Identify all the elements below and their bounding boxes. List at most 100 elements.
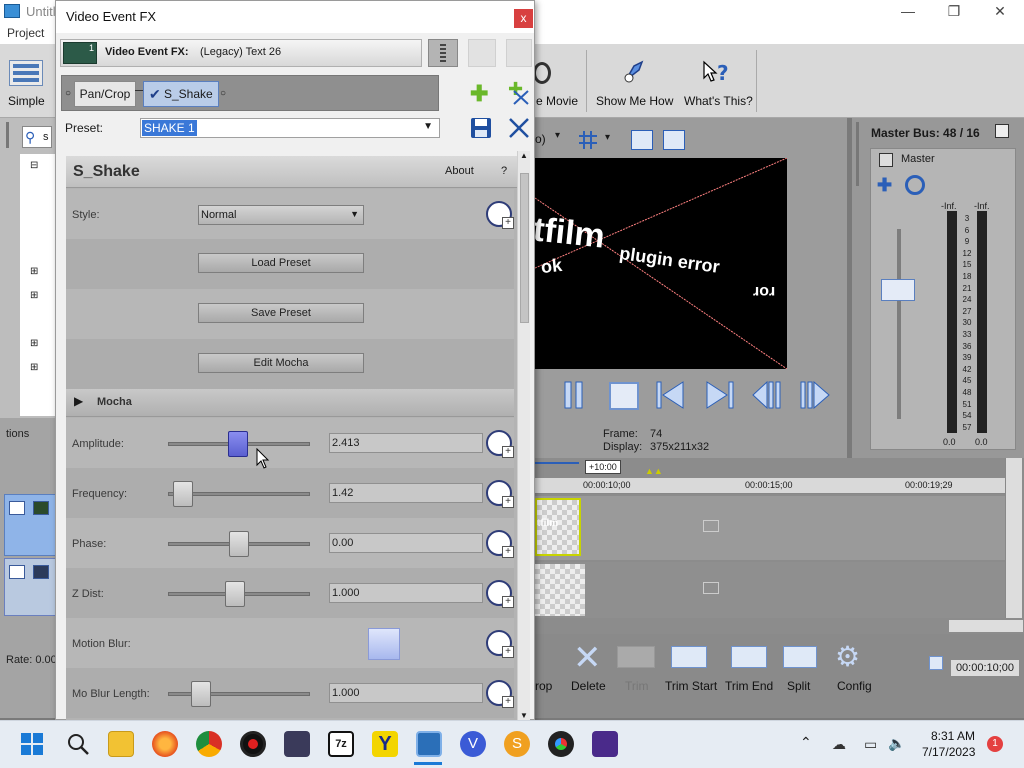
split-button[interactable]: Split (787, 679, 810, 693)
search-field[interactable]: ⚲ s (22, 126, 52, 148)
restore-button[interactable]: ❐ (931, 0, 977, 24)
expand-triangle-icon[interactable]: ▶ (74, 394, 83, 408)
parameter-value-field[interactable]: 0.00 (329, 533, 483, 553)
timeline-vscroll[interactable] (1005, 458, 1022, 618)
trim-end-button[interactable]: Trim End (725, 679, 773, 693)
delete-preset-icon[interactable] (508, 117, 530, 139)
movie-studio-icon[interactable] (284, 731, 310, 757)
grid-icon[interactable] (577, 130, 599, 150)
parameter-slider-thumb[interactable] (172, 481, 193, 507)
gear-icon[interactable]: ⚙ (835, 640, 860, 673)
minimize-button[interactable]: — (885, 0, 931, 24)
copy-snapshot-icon[interactable] (631, 130, 653, 150)
stop-icon[interactable] (609, 382, 639, 410)
chain-s-shake-button[interactable]: ✔ S_Shake (143, 81, 219, 107)
simple-mode-icon[interactable] (9, 60, 43, 86)
whats-this-label[interactable]: What's This? (684, 94, 753, 108)
video-app-icon[interactable] (592, 731, 618, 757)
help-link[interactable]: ? (501, 165, 507, 177)
track-header-video[interactable] (4, 494, 56, 556)
split-icon[interactable] (783, 646, 817, 668)
timeline-zoom-controls[interactable] (949, 620, 1023, 632)
simple-mode-label[interactable]: Simple (8, 94, 45, 108)
loop-region-marker[interactable]: ▲▲ (645, 466, 663, 476)
parameter-slider-thumb[interactable] (225, 581, 246, 607)
tree-collapse-icon[interactable]: ⊟ (30, 160, 38, 171)
tree-expand-icon[interactable]: ⊞ (30, 266, 38, 277)
preview-canvas[interactable]: tfilm plugin error ok ror (535, 158, 787, 369)
bus-settings-icon[interactable] (995, 124, 1009, 138)
add-plugin-icon[interactable]: ✚ (470, 81, 488, 107)
recorder-icon[interactable] (240, 731, 266, 757)
previous-frame-icon[interactable] (751, 380, 783, 410)
window-docking-tab[interactable]: tions (6, 428, 29, 440)
add-fx-icon[interactable]: ✚ (877, 175, 892, 196)
mute-icon[interactable] (905, 175, 925, 195)
animate-parameter-icon[interactable]: + (486, 580, 514, 608)
crop-label[interactable]: rop (535, 679, 552, 693)
animate-parameter-icon[interactable]: + (486, 630, 514, 658)
about-link[interactable]: About (445, 165, 474, 177)
preset-value[interactable]: SHAKE 1 (142, 120, 197, 136)
track-header-video-2[interactable] (4, 558, 56, 616)
parameter-slider-thumb[interactable] (227, 431, 248, 457)
taskbar-clock[interactable]: 8:31 AM (931, 729, 975, 743)
chrome-icon[interactable] (196, 731, 222, 757)
save-snapshot-icon[interactable] (663, 130, 685, 150)
taskbar-date[interactable]: 7/17/2023 (922, 745, 975, 759)
tree-expand-icon[interactable]: ⊞ (30, 290, 38, 301)
trim-end-icon[interactable] (731, 646, 767, 668)
film-reel-icon[interactable] (533, 62, 551, 84)
display-icon[interactable]: ▭ (864, 736, 877, 753)
tree-expand-icon[interactable]: ⊞ (30, 338, 38, 349)
style-dropdown[interactable]: Normal ▼ (198, 205, 364, 225)
trim-start-button[interactable]: Trim Start (665, 679, 717, 693)
7zip-icon[interactable]: 7z (328, 731, 354, 757)
fx-close-button[interactable]: x (514, 9, 533, 28)
chevron-down-icon[interactable]: ▾ (605, 132, 610, 143)
preset-dropdown[interactable]: SHAKE 1 ▼ (140, 118, 440, 138)
fx-dialog-titlebar[interactable]: Video Event FX x (56, 1, 534, 33)
trim-start-icon[interactable] (671, 646, 707, 668)
parameter-slider-thumb[interactable] (229, 531, 249, 557)
vegas-active-icon[interactable] (416, 731, 442, 757)
scrollbar-thumb[interactable] (520, 173, 529, 323)
close-button[interactable]: ✕ (977, 0, 1023, 24)
show-me-how-icon[interactable] (622, 58, 646, 84)
animate-parameter-icon[interactable]: + (486, 480, 514, 508)
show-me-how-label[interactable]: Show Me How (596, 94, 673, 108)
s-app-icon[interactable]: S (504, 731, 530, 757)
tree-view[interactable]: ⊟ ⊞ ⊞ ⊞ ⊞ (20, 154, 56, 416)
animate-parameter-icon[interactable]: + (486, 680, 514, 708)
next-frame-icon[interactable] (799, 380, 831, 410)
preview-quality-text[interactable]: o) (535, 132, 546, 146)
video-clip-2[interactable] (535, 564, 585, 616)
save-preset-icon[interactable] (470, 117, 492, 139)
go-to-end-icon[interactable] (703, 380, 735, 410)
go-to-start-icon[interactable] (655, 380, 687, 410)
volume-fader[interactable] (881, 279, 915, 301)
make-movie-label[interactable]: e Movie (536, 94, 578, 108)
network-off-icon[interactable]: ☁ (832, 736, 846, 753)
tree-expand-icon[interactable]: ⊞ (30, 362, 38, 373)
parameter-value-field[interactable]: 2.413 (329, 433, 483, 453)
chevron-up-icon[interactable]: ⌃ (800, 734, 812, 751)
channel-toggle-icon[interactable] (879, 153, 893, 167)
remove-plugin-icon[interactable]: ✚ (508, 79, 530, 105)
scroll-up-arrow[interactable]: ▲ (520, 151, 528, 160)
file-explorer-icon[interactable] (108, 731, 134, 757)
fx-dialog-scrollbar[interactable]: ▲ ▼ (517, 151, 530, 721)
parameter-slider-thumb[interactable] (191, 681, 212, 707)
video-track-1[interactable]: tfilm (535, 496, 1005, 560)
edit-mocha-button[interactable]: Edit Mocha (198, 353, 364, 373)
chain-pan-crop-button[interactable]: Pan/Crop (74, 81, 136, 107)
notification-badge[interactable]: 1 (987, 736, 1003, 752)
save-preset-button[interactable]: Save Preset (198, 303, 364, 323)
firefox-icon[interactable] (152, 731, 178, 757)
volume-icon[interactable]: 🔈 (888, 735, 905, 752)
animate-style-icon[interactable]: + (486, 201, 514, 229)
video-clip[interactable]: tfilm (535, 498, 581, 556)
video-track-2[interactable] (535, 562, 1005, 618)
davinci-icon[interactable] (548, 731, 574, 757)
animate-parameter-icon[interactable]: + (486, 530, 514, 558)
